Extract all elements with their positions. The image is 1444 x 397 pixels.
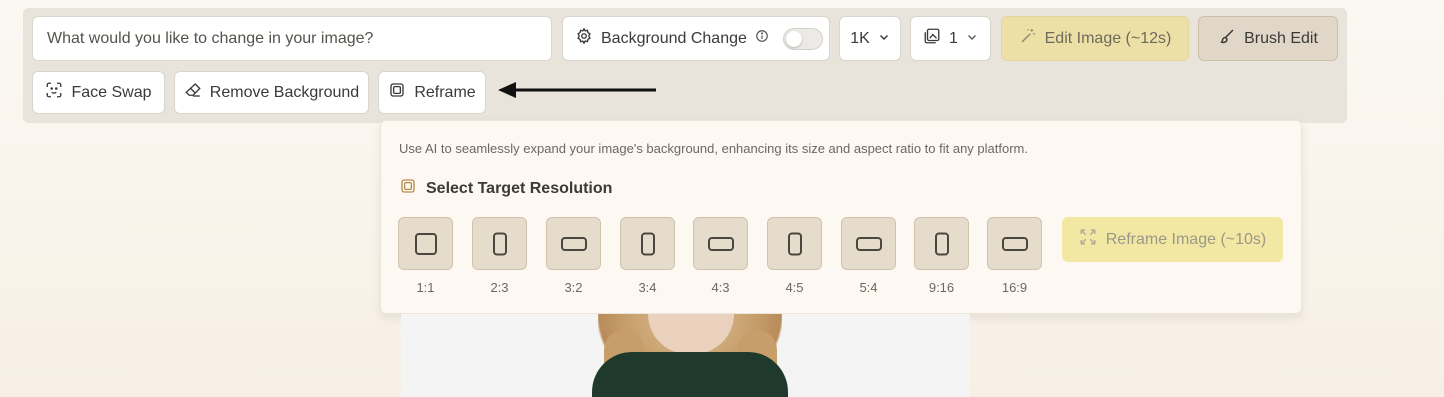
brush-edit-button[interactable]: Brush Edit	[1198, 16, 1338, 61]
ratio-option-4-3[interactable]	[693, 217, 748, 270]
ratio-label: 4:3	[711, 280, 730, 295]
reframe-button[interactable]: Reframe	[378, 71, 486, 114]
brush-edit-label: Brush Edit	[1244, 29, 1318, 47]
ratio-option-3-2[interactable]	[546, 217, 601, 270]
face-swap-label: Face Swap	[71, 83, 152, 101]
prompt-input[interactable]	[32, 16, 552, 61]
ratio-option-4-5[interactable]	[767, 217, 822, 270]
ratio-option-1-1[interactable]	[398, 217, 453, 270]
select-resolution-title: Select Target Resolution	[426, 179, 613, 197]
ratio-label: 3:4	[638, 280, 657, 295]
remove-background-button[interactable]: Remove Background	[174, 71, 369, 114]
magic-wand-icon	[1019, 27, 1037, 50]
remove-background-label: Remove Background	[209, 83, 360, 101]
gear-icon	[575, 27, 593, 50]
reframe-description: Use AI to seamlessly expand your image's…	[399, 141, 1028, 156]
face-scan-icon	[45, 81, 63, 104]
chevron-down-icon	[878, 30, 890, 48]
select-resolution-heading: Select Target Resolution	[399, 177, 612, 200]
ratio-option-3-4[interactable]	[620, 217, 675, 270]
image-count-dropdown[interactable]: 1	[910, 16, 991, 61]
background-change-label: Background Change	[601, 29, 747, 47]
ratio-option-16-9[interactable]	[987, 217, 1042, 270]
ratio-option-5-4[interactable]	[841, 217, 896, 270]
background-change-control[interactable]: Background Change	[562, 16, 830, 61]
ratio-label: 3:2	[564, 280, 583, 295]
pointer-arrow	[498, 82, 656, 98]
chevron-down-icon	[966, 30, 978, 48]
ratio-label: 9:16	[928, 280, 955, 295]
ratio-label: 5:4	[859, 280, 878, 295]
ratio-label: 16:9	[1001, 280, 1028, 295]
reframe-icon	[399, 177, 417, 200]
brush-icon	[1218, 27, 1236, 50]
reframe-image-button[interactable]: Reframe Image (~10s)	[1062, 217, 1283, 262]
ratio-option-2-3[interactable]	[472, 217, 527, 270]
reframe-icon	[388, 81, 406, 104]
images-icon	[923, 27, 941, 50]
edit-image-button[interactable]: Edit Image (~12s)	[1001, 16, 1189, 61]
toggle-knob	[785, 30, 802, 47]
resolution-value: 1K	[850, 29, 870, 47]
edit-image-label: Edit Image (~12s)	[1044, 29, 1172, 47]
preview-sweater	[592, 352, 788, 397]
ratio-label: 4:5	[785, 280, 804, 295]
image-count-value: 1	[949, 29, 958, 47]
info-icon[interactable]	[755, 29, 769, 48]
ratio-label: 1:1	[416, 280, 435, 295]
reframe-panel: Use AI to seamlessly expand your image's…	[380, 120, 1302, 314]
reframe-image-label: Reframe Image (~10s)	[1105, 230, 1267, 248]
reframe-label: Reframe	[414, 83, 476, 101]
resolution-dropdown[interactable]: 1K	[839, 16, 901, 61]
ratio-label: 2:3	[490, 280, 509, 295]
eraser-icon	[184, 81, 202, 104]
face-swap-button[interactable]: Face Swap	[32, 71, 165, 114]
background-change-toggle[interactable]	[782, 27, 823, 50]
expand-icon	[1079, 228, 1097, 251]
ratio-option-9-16[interactable]	[914, 217, 969, 270]
